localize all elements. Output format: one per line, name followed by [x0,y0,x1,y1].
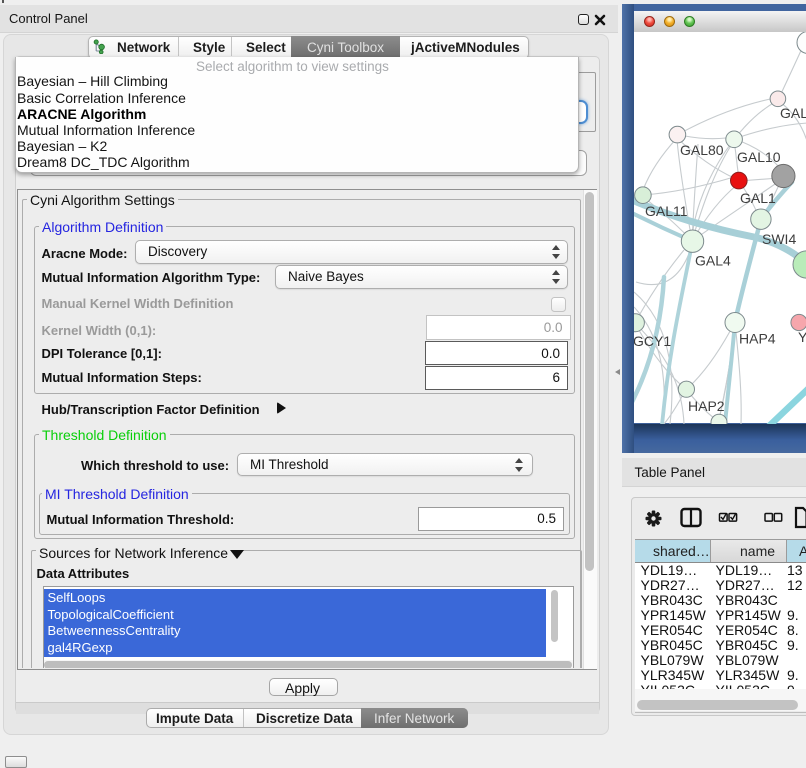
svg-text:HAP4: HAP4 [739,330,776,346]
svg-text:GCY1: GCY1 [634,333,671,349]
svg-text:YM: YM [798,329,806,345]
svg-text:GAL1: GAL1 [740,190,776,206]
svg-text:GAL10: GAL10 [737,149,781,165]
svg-text:GAL80: GAL80 [680,142,724,158]
svg-text:GAL4: GAL4 [695,252,731,268]
svg-text:HAP2: HAP2 [688,398,725,414]
svg-text:SWI4: SWI4 [762,231,796,247]
svg-text:GAL11: GAL11 [645,203,688,219]
svg-text:GAL2: GAL2 [780,105,806,121]
